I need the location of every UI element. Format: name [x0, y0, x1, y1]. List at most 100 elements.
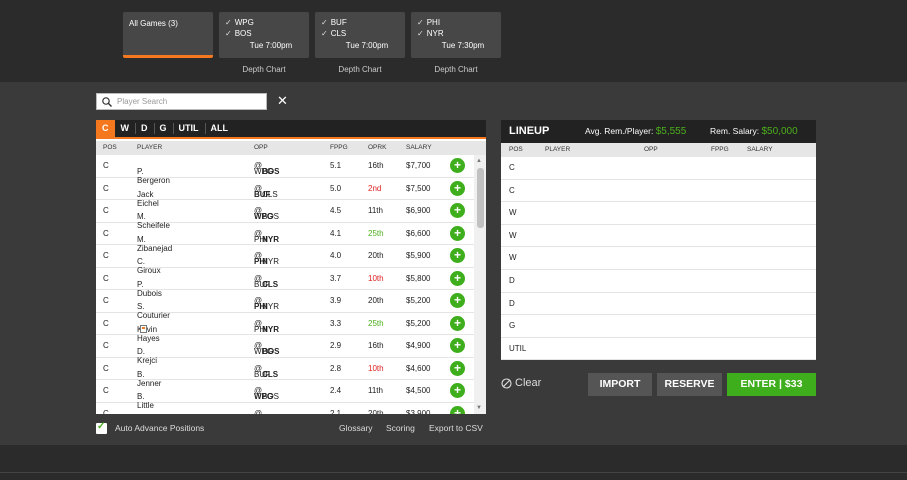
table-row[interactable]: C M. Zibanejad PHI @ NYR 4.1 25th $6,600 +	[96, 223, 474, 253]
table-row[interactable]: C S. Couturier PHI @ NYR 3.9 20th $5,200 +	[96, 290, 474, 320]
table-row[interactable]: C M. Scheifele WPG @ BOS 4.5 11th $6,900 +	[96, 200, 474, 230]
table-row[interactable]: CN. PatrickPHI @ NYR2.120th$3,900+	[96, 403, 474, 414]
lineup-slot[interactable]: W	[501, 225, 816, 248]
player-pos: C	[103, 228, 109, 238]
game-card-all[interactable]: All Games (3)	[123, 12, 213, 58]
import-button[interactable]: IMPORT	[588, 373, 652, 396]
opp-home: BOS	[262, 167, 280, 176]
remaining-salary: Rem. Salary: $50,000	[710, 126, 798, 137]
add-player-button[interactable]: +	[450, 405, 465, 414]
table-row[interactable]: C B. Little WPG @ BOS 2.4 11th $4,500 +	[96, 380, 474, 410]
add-player-button[interactable]: +	[450, 338, 465, 353]
clear-lineup-button[interactable]: Clear	[501, 377, 541, 389]
opp-home: BOS	[262, 392, 280, 401]
scrollbar-thumb[interactable]	[477, 168, 484, 228]
lineup-slot[interactable]: UTIL	[501, 338, 816, 360]
table-row[interactable]: C Kevin Hayes PHI @ NYR 3.3 25th $5,200 +	[96, 313, 474, 343]
col-player[interactable]: PLAYER	[137, 144, 162, 151]
lineup-slot-pos: W	[509, 208, 517, 218]
add-player-button[interactable]: +	[450, 383, 465, 398]
table-row[interactable]: C P. Bergeron WPG @ BOS 5.1 16th $7,700 +	[96, 155, 474, 185]
game-card-wpg-bos[interactable]: ✓ WPG ✓ BOS Tue 7:00pm	[219, 12, 309, 58]
player-list-panel: C W D G UTIL ALL POS PLAYER OPP FPPG OPR…	[96, 120, 486, 414]
player-oprk: 25th	[368, 318, 384, 328]
scoring-link[interactable]: Scoring	[386, 423, 415, 433]
opp-home: NYR	[262, 302, 280, 311]
lineup-col-player: PLAYER	[545, 146, 571, 153]
enter-button[interactable]: ENTER | $33	[727, 373, 816, 396]
lineup-slot-pos: W	[509, 230, 517, 240]
col-pos[interactable]: POS	[103, 144, 117, 151]
clear-search-icon[interactable]: ✕	[277, 94, 288, 108]
add-player-button[interactable]: +	[450, 248, 465, 263]
col-fppg[interactable]: FPPG	[330, 144, 348, 151]
table-row[interactable]: C D. Krejci WPG @ BOS 2.9 16th $4,900 +	[96, 335, 474, 365]
game-time: Tue 7:30pm	[441, 41, 485, 50]
col-opp[interactable]: OPP	[254, 144, 268, 151]
player-fppg: 2.9	[330, 341, 342, 350]
game-time: Tue 7:00pm	[249, 41, 293, 50]
depth-chart-link[interactable]: Depth Chart	[219, 65, 309, 74]
player-oprk: 11th	[368, 386, 383, 395]
table-row[interactable]: C Jack Eichel BUF @ CLS 5.0 2nd $7,500 +	[96, 178, 474, 208]
player-table-header: POS PLAYER OPP FPPG OPRK SALARY	[96, 141, 486, 155]
lineup-slot[interactable]: C	[501, 157, 816, 180]
scroll-down-icon[interactable]: ▼	[476, 405, 482, 411]
player-opp: PHI @ NYR	[254, 296, 280, 311]
add-player-button[interactable]: +	[450, 315, 465, 331]
scroll-up-icon[interactable]: ▲	[476, 158, 482, 164]
game-card-phi-nyr[interactable]: ✓ PHI ✓ NYR Tue 7:30pm	[411, 12, 501, 58]
player-opp: WPG @ BOS	[254, 206, 280, 221]
export-csv-link[interactable]: Export to CSV	[429, 423, 483, 433]
lineup-slot[interactable]: D	[501, 270, 816, 293]
player-salary: $5,200	[406, 296, 431, 305]
lineup-slot[interactable]: W	[501, 247, 816, 270]
player-pos: C	[103, 251, 109, 260]
player-rows: C P. Bergeron WPG @ BOS 5.1 16th $7,700 + C Jack…	[96, 155, 474, 414]
game-card-buf-cls[interactable]: ✓ BUF ✓ CLS Tue 7:00pm	[315, 12, 405, 58]
player-fppg: 5.1	[330, 161, 342, 170]
lineup-rows: C C W W W D D G UTIL	[501, 157, 816, 360]
tab-d[interactable]: D	[135, 120, 154, 137]
tab-g[interactable]: G	[153, 120, 173, 137]
col-oprk[interactable]: OPRK	[368, 144, 386, 151]
player-opp: BUF @ CLS	[254, 183, 278, 199]
lineup-slot[interactable]: G	[501, 315, 816, 338]
lineup-slot-pos: D	[509, 298, 515, 308]
depth-chart-link[interactable]: Depth Chart	[411, 65, 501, 74]
tab-util[interactable]: UTIL	[172, 120, 205, 137]
auto-advance-checkbox[interactable]	[96, 421, 107, 434]
lineup-table-header: POS PLAYER OPP FPPG SALARY	[501, 143, 816, 157]
tab-all[interactable]: ALL	[204, 120, 235, 137]
lineup-slot-pos: W	[509, 253, 517, 263]
news-icon[interactable]	[140, 324, 147, 333]
add-player-button[interactable]: +	[450, 180, 465, 196]
opp-home: NYR	[262, 234, 280, 244]
player-pos: C	[103, 363, 109, 373]
col-salary[interactable]: SALARY	[406, 144, 432, 151]
add-player-button[interactable]: +	[450, 270, 465, 286]
lineup-slot[interactable]: C	[501, 180, 816, 203]
table-row[interactable]: C P. Dubois BUF @ CLS 3.7 10th $5,800 +	[96, 268, 474, 298]
tab-c[interactable]: C	[96, 120, 115, 137]
lineup-slot[interactable]: D	[501, 293, 816, 316]
add-player-button[interactable]: +	[450, 158, 465, 173]
table-row[interactable]: C B. Jenner BUF @ CLS 2.8 10th $4,600 +	[96, 358, 474, 388]
all-games-label: All Games (3)	[129, 19, 178, 28]
table-row[interactable]: C C. Giroux PHI @ NYR 4.0 20th $5,900 +	[96, 245, 474, 275]
game-time: Tue 7:00pm	[345, 41, 389, 50]
player-salary: $6,900	[406, 206, 431, 215]
add-player-button[interactable]: +	[450, 203, 465, 218]
player-pos: C	[103, 318, 109, 328]
lineup-slot[interactable]: W	[501, 202, 816, 225]
depth-chart-link[interactable]: Depth Chart	[315, 65, 405, 74]
player-salary: $4,900	[406, 341, 431, 350]
add-player-button[interactable]: +	[450, 225, 465, 241]
glossary-link[interactable]: Glossary	[339, 423, 373, 433]
search-input[interactable]	[117, 95, 262, 108]
player-fppg: 2.4	[330, 386, 342, 395]
reserve-button[interactable]: RESERVE	[657, 373, 722, 396]
add-player-button[interactable]: +	[450, 360, 465, 376]
add-player-button[interactable]: +	[450, 293, 465, 308]
tab-w[interactable]: W	[115, 120, 136, 137]
